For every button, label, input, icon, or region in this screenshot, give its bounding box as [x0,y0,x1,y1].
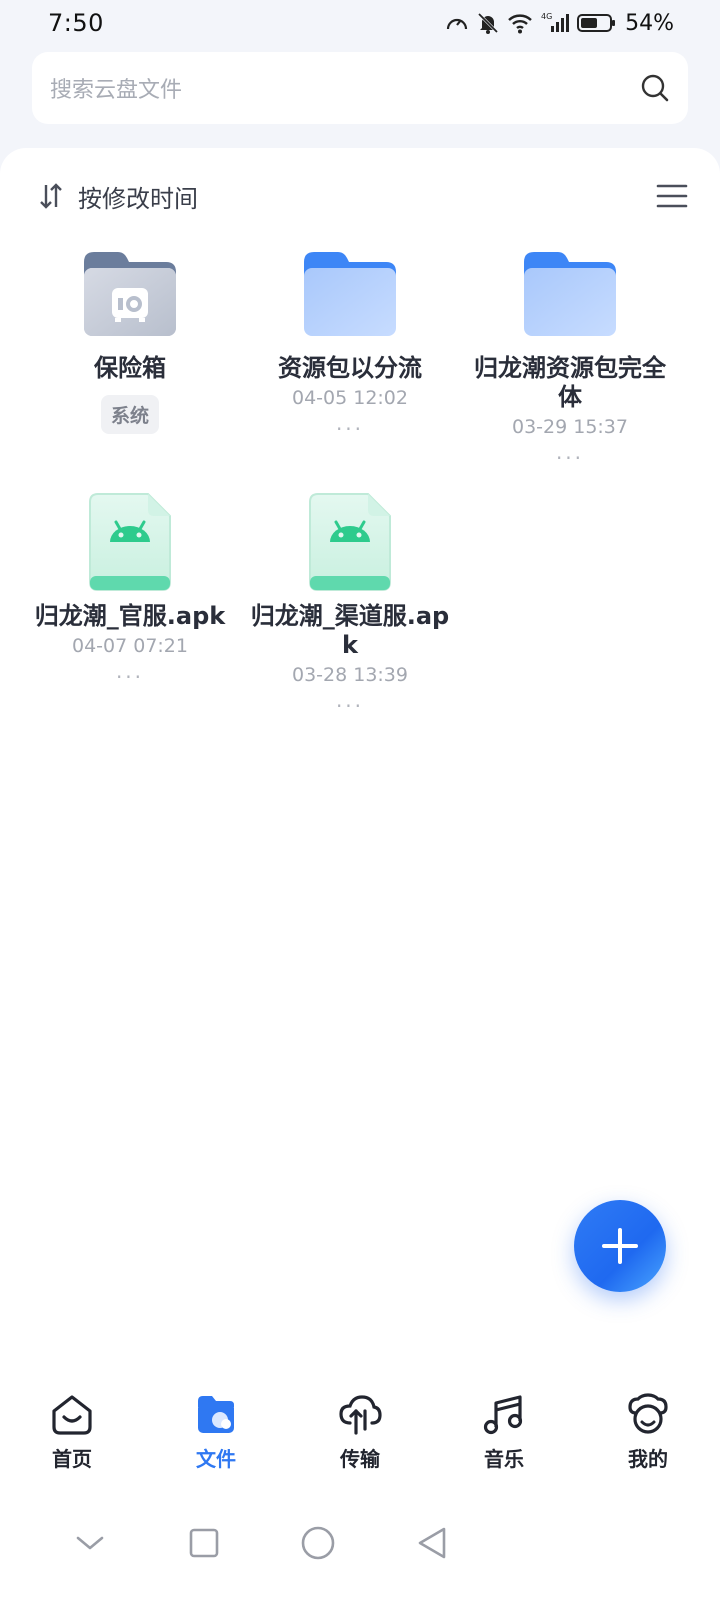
sort-arrows-icon [40,183,62,209]
menu-icon[interactable] [656,182,688,210]
battery-percentage: 54% [625,10,674,36]
svg-text:4G: 4G [541,12,552,21]
file-date: 03-29 15:37 [511,416,628,438]
square-icon [189,1528,219,1557]
status-icons: 4G 54% [445,11,674,36]
file-date: 04-05 12:02 [291,387,408,409]
file-grid: 保险箱 系统 资源包以分流 04-05 12:02 ... 归龙潮资源包完全体 … [20,244,700,710]
more-options-button[interactable]: ... [336,413,364,433]
file-item-folder[interactable]: 归龙潮资源包完全体 03-29 15:37 ... [460,244,680,462]
circle-icon [301,1526,335,1559]
search-icon[interactable] [640,73,670,103]
home-system-button[interactable] [296,1521,340,1565]
profile-icon [628,1393,668,1434]
wifi-icon [508,14,532,34]
more-options-button[interactable]: ... [116,661,144,681]
folder-icon [300,244,400,344]
nav-files[interactable]: 文件 [144,1375,288,1485]
nav-label: 首页 [52,1447,92,1471]
system-tag: 系统 [100,395,159,434]
file-date: 04-07 07:21 [71,635,188,657]
back-button[interactable] [410,1521,454,1565]
nav-label: 文件 [196,1447,236,1471]
status-time: 7:50 [48,9,104,37]
more-options-button[interactable]: ... [556,442,584,462]
search-input[interactable]: 搜索云盘文件 [32,52,688,124]
file-name: 归龙潮_渠道服.apk [250,602,450,659]
vault-folder-icon [80,244,180,344]
more-options-button[interactable]: ... [336,690,364,710]
files-icon [198,1396,234,1433]
status-bar: 7:50 4G 54% [0,0,720,46]
nav-music[interactable]: 音乐 [432,1375,576,1485]
nav-label: 传输 [340,1447,380,1471]
sort-label: 按修改时间 [78,184,198,213]
file-name: 归龙潮资源包完全体 [474,354,666,411]
android-apk-icon [300,492,400,592]
file-item-vault[interactable]: 保险箱 系统 [20,244,240,462]
nav-label: 音乐 [484,1447,524,1471]
cloud-transfer-icon [339,1395,382,1435]
sort-bar: 按修改时间 [38,176,688,216]
search-placeholder: 搜索云盘文件 [50,78,183,103]
cellular-signal-icon: 4G [541,12,570,32]
recents-button[interactable] [182,1521,226,1565]
bottom-nav: 首页 文件 传输 音乐 我的 [0,1375,720,1485]
music-icon [483,1395,523,1435]
triangle-back-icon [418,1527,446,1558]
plus-icon [602,1228,638,1264]
file-item-apk[interactable]: 归龙潮_渠道服.apk 03-28 13:39 ... [240,492,460,710]
android-apk-icon [80,492,180,592]
nav-profile[interactable]: 我的 [576,1375,720,1485]
battery-icon [577,14,616,32]
home-icon [52,1395,92,1435]
file-item-apk[interactable]: 归龙潮_官服.apk 04-07 07:21 ... [20,492,240,710]
add-button[interactable] [574,1200,666,1292]
nav-home[interactable]: 首页 [0,1375,144,1485]
file-name: 归龙潮_官服.apk [34,602,226,630]
bell-muted-icon [478,12,499,34]
file-name: 资源包以分流 [278,354,422,382]
speedometer-icon [446,18,468,30]
folder-icon [520,244,620,344]
chevron-down-icon [76,1536,104,1549]
system-nav-bar [0,1485,720,1600]
collapse-button[interactable] [68,1521,112,1565]
file-date: 03-28 13:39 [291,664,408,686]
file-item-folder[interactable]: 资源包以分流 04-05 12:02 ... [240,244,460,462]
nav-label: 我的 [628,1447,668,1471]
sort-button[interactable]: 按修改时间 [38,179,198,214]
file-name: 保险箱 [94,354,166,382]
nav-transfer[interactable]: 传输 [288,1375,432,1485]
